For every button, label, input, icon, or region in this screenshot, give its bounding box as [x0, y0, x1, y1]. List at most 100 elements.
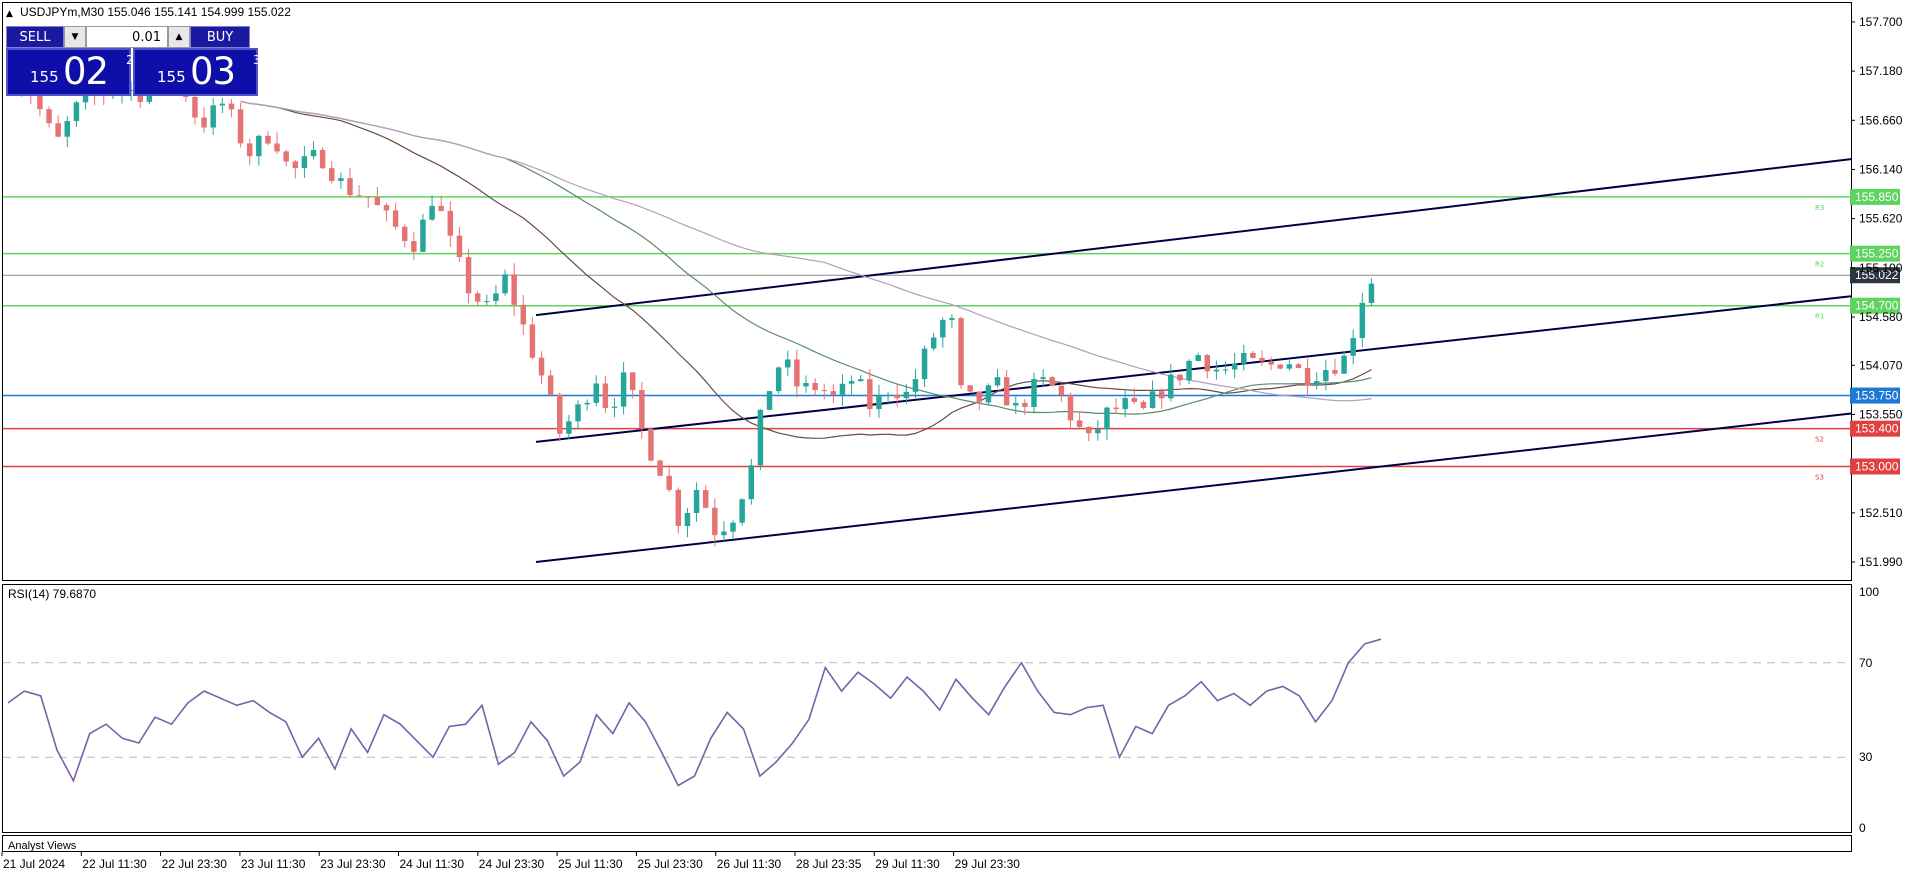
bear-candle	[37, 95, 43, 110]
bull-candle	[1341, 355, 1347, 374]
bear-candle	[383, 205, 390, 211]
bull-candle	[611, 406, 618, 408]
bear-candle	[1158, 391, 1165, 399]
bull-candle	[1013, 402, 1019, 406]
bull-candle	[721, 531, 727, 536]
bear-candle	[1268, 361, 1274, 365]
lot-decrease-button[interactable]: ▼	[64, 26, 86, 48]
bull-candle	[1040, 377, 1046, 379]
symbol-title: USDJPYm,M30 155.046 155.141 154.999 155.…	[20, 5, 291, 19]
bear-candle	[666, 475, 672, 490]
sell-button[interactable]: SELL	[6, 26, 64, 48]
bull-candle	[64, 121, 71, 137]
sell-quote[interactable]: 155 02 2	[6, 48, 134, 96]
bull-candle	[493, 293, 499, 302]
level-tag: R1	[1815, 313, 1824, 321]
bear-candle	[602, 383, 609, 408]
bear-candle	[265, 135, 271, 144]
level-price-label: 153.750	[1855, 389, 1899, 403]
bull-candle	[73, 102, 80, 122]
bull-candle	[757, 409, 764, 466]
bear-candle	[474, 293, 481, 302]
rsi-tick-label: 70	[1859, 656, 1873, 670]
bear-candle	[1140, 401, 1147, 409]
lot-increase-button[interactable]: ▲	[168, 26, 190, 48]
rsi-tick-label: 30	[1859, 750, 1873, 764]
bull-candle	[429, 205, 435, 220]
bear-candle	[1204, 355, 1211, 372]
rsi-line	[7, 638, 1382, 787]
bear-candle	[511, 274, 517, 305]
bull-candle	[1095, 429, 1101, 434]
bear-candle	[237, 109, 244, 144]
bear-candle	[1259, 357, 1265, 362]
main-panel-frame	[2, 2, 1852, 581]
one-click-trading-panel: SELL ▼ 0.01 ▲ BUY 155 02 2 155 03 3	[6, 26, 261, 96]
bear-candle	[319, 149, 326, 169]
rsi-panel-frame	[2, 584, 1852, 833]
bear-candle	[447, 210, 454, 236]
bear-candle	[657, 460, 663, 476]
bear-candle	[1113, 407, 1119, 410]
lot-size-input[interactable]: 0.01	[86, 26, 168, 48]
chart-canvas[interactable]: R3155.850R2155.250R1154.700153.750S2153.…	[0, 0, 1916, 874]
bear-candle	[392, 210, 399, 227]
sell-quote-prefix: 155	[30, 68, 59, 86]
bull-candle	[301, 156, 308, 168]
bull-candle	[1104, 407, 1110, 430]
price-tick-label: 154.070	[1859, 358, 1903, 372]
level-tag: S2	[1815, 436, 1824, 444]
moving-average-line	[240, 100, 1372, 402]
buy-button[interactable]: BUY	[190, 26, 250, 48]
bull-candle	[484, 301, 490, 303]
bull-candle	[930, 337, 937, 349]
bear-candle	[411, 241, 417, 252]
bear-candle	[830, 391, 837, 395]
bull-candle	[1149, 391, 1156, 409]
time-tick-label: 26 Jul 11:30	[717, 857, 782, 871]
bear-candle	[712, 507, 718, 536]
bear-candle	[438, 205, 444, 211]
bear-candle	[201, 117, 207, 128]
bear-candle	[1304, 367, 1311, 386]
bull-candle	[912, 379, 919, 392]
time-tick-label: 23 Jul 11:30	[241, 857, 306, 871]
price-tick-label: 157.180	[1859, 64, 1903, 78]
buy-quote-sup: 3	[253, 53, 261, 67]
level-price-label: 155.250	[1855, 247, 1899, 261]
buy-quote[interactable]: 155 03 3	[133, 48, 261, 96]
bear-candle	[1250, 352, 1256, 358]
price-tick-label: 155.620	[1859, 212, 1903, 226]
level-tag: R2	[1815, 261, 1824, 269]
bull-candle	[693, 490, 700, 513]
bear-candle	[529, 324, 536, 358]
rsi-title: RSI(14) 79.6870	[8, 587, 96, 601]
bull-candle	[775, 367, 782, 392]
bear-candle	[538, 357, 545, 376]
bull-candle	[985, 385, 992, 403]
bull-candle	[1313, 381, 1320, 386]
level-price-label: 155.850	[1855, 190, 1899, 204]
bull-candle	[502, 274, 508, 294]
bull-candle	[310, 149, 317, 157]
bull-candle	[1286, 364, 1293, 369]
collapse-triangle-icon[interactable]: ▲	[6, 9, 13, 19]
channel-layer	[535, 158, 1852, 564]
bear-candle	[347, 178, 353, 196]
bull-candle	[684, 512, 691, 527]
bear-candle	[958, 318, 964, 386]
sell-quote-big: 02	[63, 50, 109, 93]
bull-candle	[575, 404, 581, 422]
bear-candle	[520, 304, 527, 325]
rsi-tick-label: 100	[1859, 585, 1879, 599]
price-tick-label: 156.140	[1859, 162, 1903, 176]
bull-candle	[903, 391, 910, 399]
bear-candle	[702, 490, 709, 508]
bull-candle	[1323, 370, 1329, 382]
bull-candle	[940, 319, 946, 338]
bull-candle	[1213, 369, 1220, 372]
bull-candle	[1031, 378, 1037, 407]
level-tag: S3	[1815, 473, 1824, 481]
bear-candle	[356, 195, 362, 197]
bear-candle	[192, 96, 198, 118]
